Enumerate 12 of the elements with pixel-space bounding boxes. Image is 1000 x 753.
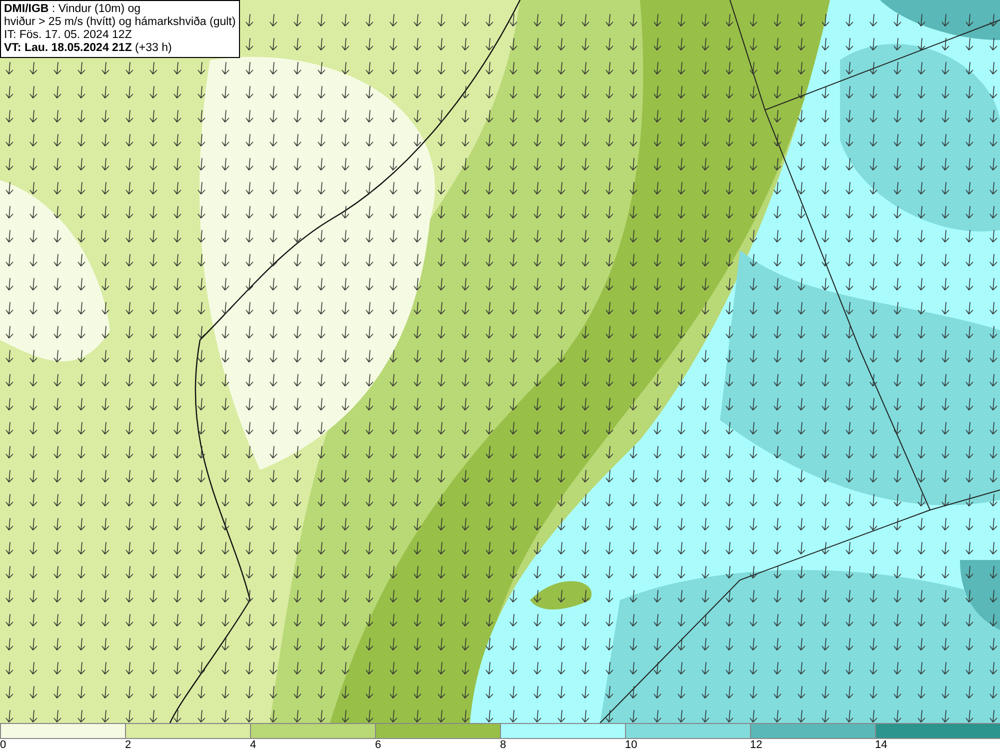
info-text: hviður > 25 m/s (hvítt) og hámarkshviða (gult) [4, 16, 236, 29]
legend-label: 4 [250, 739, 256, 751]
legend-label: 8 [500, 739, 506, 751]
legend-label: 10 [625, 739, 638, 751]
legend-label: 6 [375, 739, 382, 751]
info-text: IT: Fös. 17. 05. 2024 12Z [4, 29, 133, 42]
legend-label: 0 [0, 739, 6, 751]
legend-label: 2 [125, 739, 132, 751]
legend-label: 14 [875, 739, 888, 751]
info-text: DMI/IGB : Vindur (10m) og [4, 3, 142, 16]
info-text: VT: Lau. 18.05.2024 21Z (+33 h) [4, 42, 173, 55]
legend-label: 12 [750, 739, 762, 751]
